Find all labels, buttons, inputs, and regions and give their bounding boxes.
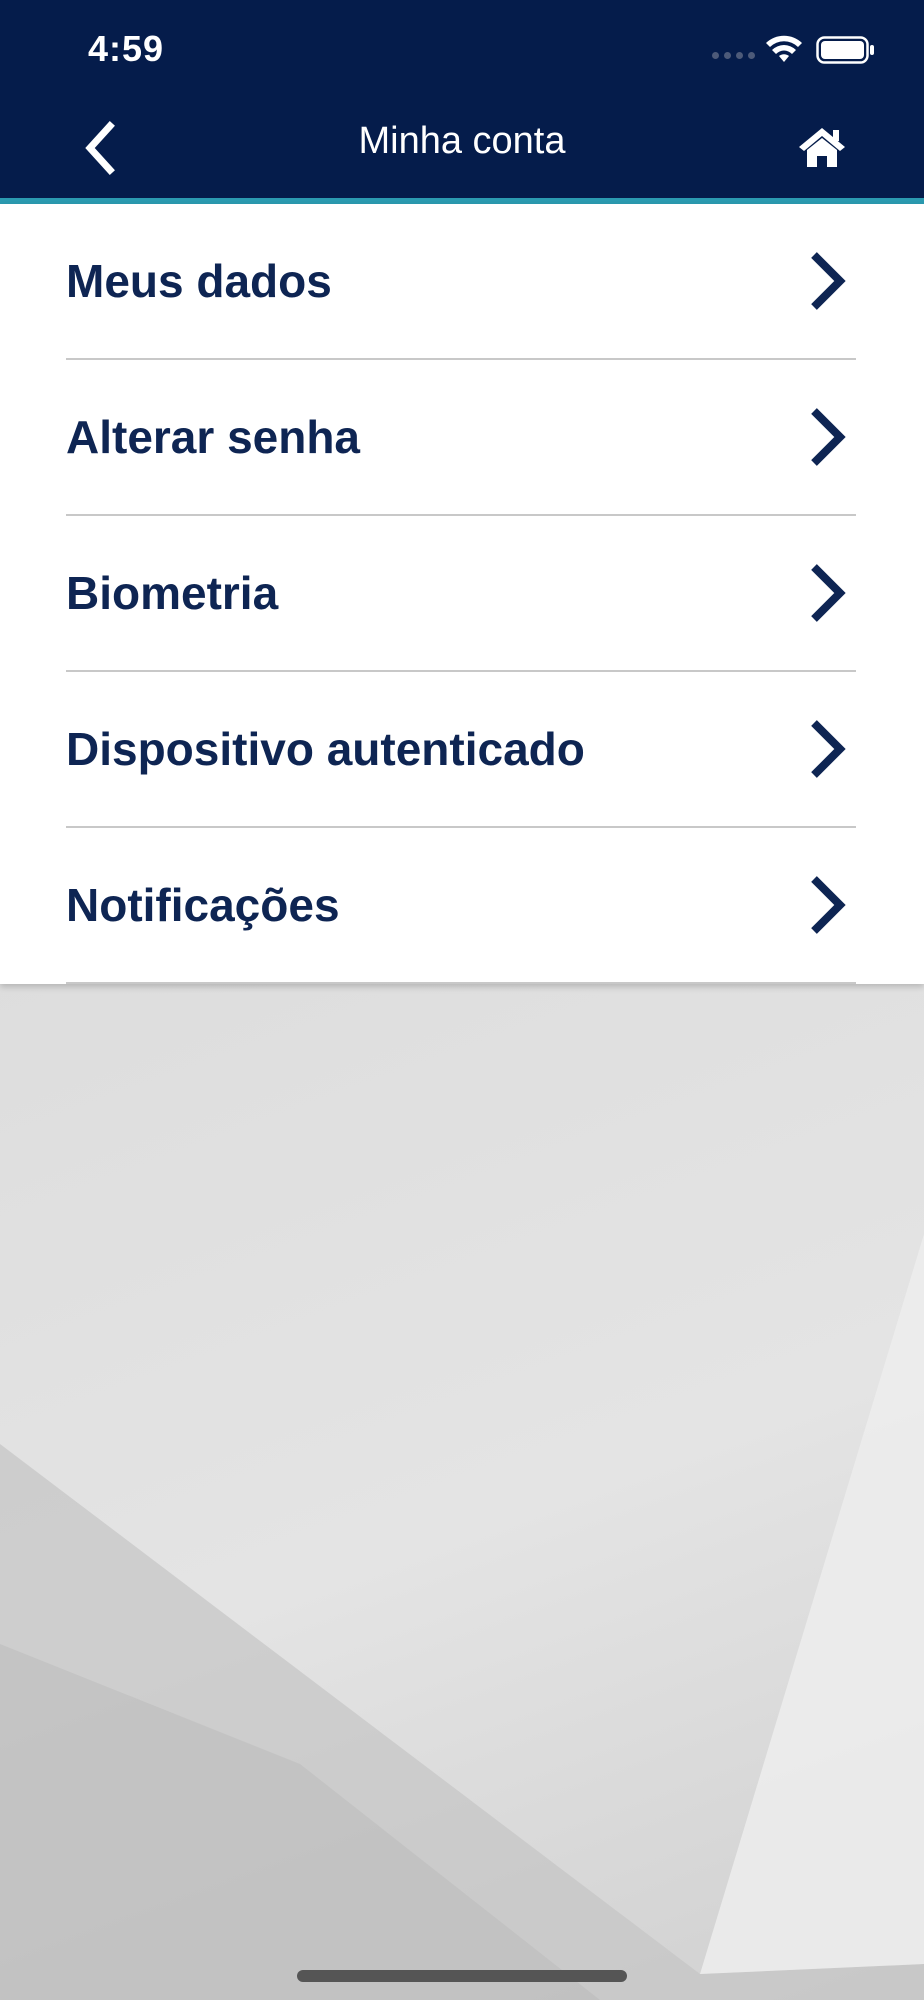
menu-item-label: Biometria [66,567,279,619]
status-time: 4:59 [88,28,165,69]
navigation-header: 4:59 Minha conta [0,0,924,198]
home-indicator[interactable] [297,1970,627,1982]
chevron-right-icon [811,720,846,778]
chevron-right-icon [811,252,846,310]
menu-item-meus-dados[interactable]: Meus dados [66,204,856,360]
menu-item-notificacoes[interactable]: Notificações [66,828,856,984]
menu-item-dispositivo-autenticado[interactable]: Dispositivo autenticado [66,672,856,828]
chevron-right-icon [811,564,846,622]
home-icon [799,128,845,167]
battery-icon [816,36,874,64]
page-title: Minha conta [358,120,566,162]
menu-item-label: Notificações [66,879,340,931]
home-button[interactable] [796,122,848,172]
menu-item-label: Dispositivo autenticado [66,723,585,775]
menu-item-label: Alterar senha [66,411,361,463]
menu-item-label: Meus dados [66,255,332,307]
chevron-left-icon [85,121,115,175]
menu-item-biometria[interactable]: Biometria [66,516,856,672]
menu-item-alterar-senha[interactable]: Alterar senha [66,360,856,516]
chevron-right-icon [811,876,846,934]
chevron-right-icon [811,408,846,466]
wifi-icon [766,35,802,62]
cellular-signal-icon [712,52,755,59]
back-button[interactable] [72,116,128,180]
account-menu: Meus dados Alterar senha Biometria Dispo… [0,204,924,984]
